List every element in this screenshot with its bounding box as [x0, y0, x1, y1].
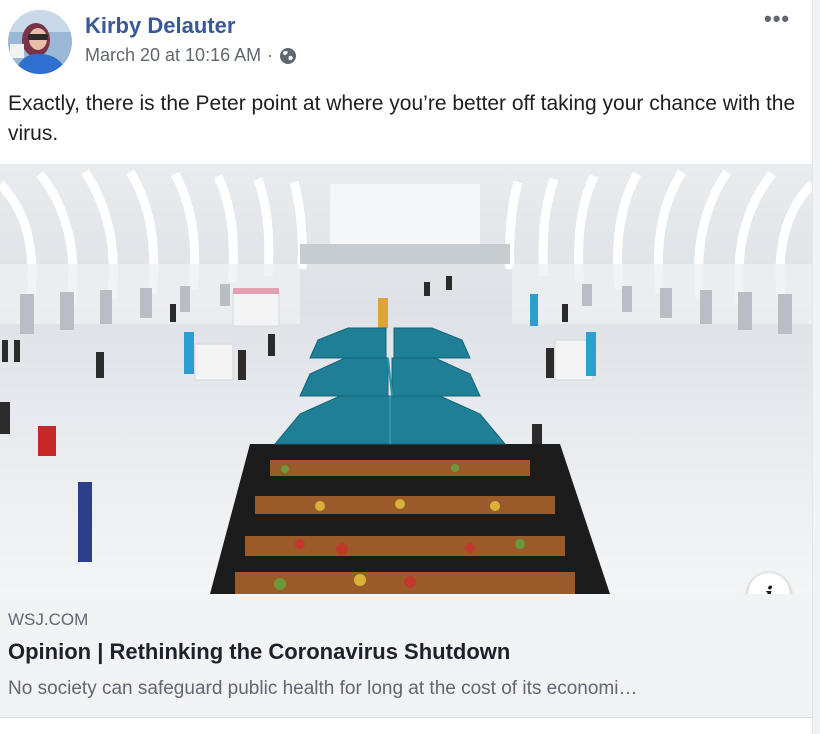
- link-preview-footer[interactable]: WSJ.COM Opinion | Rethinking the Coronav…: [0, 594, 812, 718]
- post-message: Exactly, there is the Peter point at whe…: [8, 92, 796, 145]
- link-preview-image[interactable]: [0, 164, 812, 594]
- scrollbar[interactable]: [812, 0, 820, 734]
- link-description: No society can safeguard public health f…: [8, 678, 638, 699]
- author-name[interactable]: Kirby Delauter: [85, 13, 235, 39]
- more-options-button[interactable]: •••: [764, 6, 790, 32]
- avatar[interactable]: [8, 10, 72, 74]
- globe-icon[interactable]: [279, 47, 297, 65]
- feed-post: Kirby Delauter March 20 at 10:16 AM · ••…: [0, 0, 812, 734]
- link-domain: WSJ.COM: [8, 610, 89, 629]
- link-title[interactable]: Opinion | Rethinking the Coronavirus Shu…: [8, 639, 510, 665]
- meta-separator: ·: [267, 45, 274, 65]
- post-meta: March 20 at 10:16 AM ·: [85, 45, 297, 66]
- post-timestamp[interactable]: March 20 at 10:16 AM: [85, 45, 261, 66]
